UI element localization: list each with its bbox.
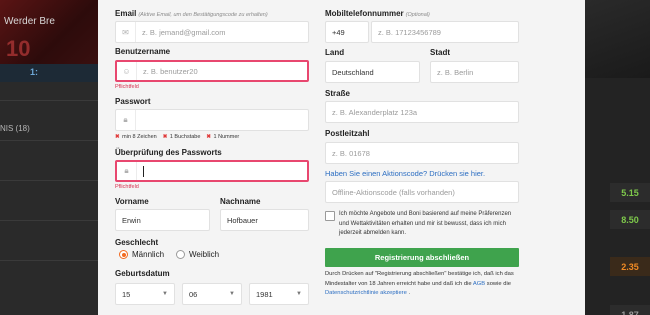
username-label: Benutzername	[115, 47, 171, 56]
street-placeholder: z. B. Alexanderplatz 123a	[332, 107, 418, 117]
terms-notice: Durch Drücken auf "Registrierung abschli…	[325, 271, 514, 296]
birth-day-select[interactable]: 15 ▼	[115, 283, 175, 305]
email-label: Email (Aktive Email, um den Bestätigungsc…	[115, 9, 268, 18]
rule-x-icon: ✖	[115, 134, 120, 140]
chevron-down-icon: ▼	[162, 291, 168, 297]
background-row-divider	[0, 180, 98, 181]
background-list-label: NIS (18)	[0, 124, 30, 133]
username-field[interactable]: ☺ z. B. benutzer20	[115, 60, 309, 82]
gender-radio-male[interactable]: Männlich	[119, 250, 164, 259]
background-row-divider	[0, 260, 98, 261]
city-field[interactable]: z. B. Berlin	[430, 61, 519, 83]
postcode-label: Postleitzahl	[325, 129, 370, 138]
password-rule: ✖ 1 Nummer	[206, 134, 240, 140]
country-value: Deutschland	[332, 67, 374, 77]
birth-year-select[interactable]: 1981 ▼	[249, 283, 309, 305]
promo-code-field[interactable]: Offline-Aktionscode (falls vorhanden)	[325, 181, 519, 203]
first-name-value: Erwin	[122, 215, 141, 225]
last-name-field[interactable]: Hofbauer	[220, 209, 309, 231]
background-odd: 1.87	[610, 305, 650, 315]
first-name-field[interactable]: Erwin	[115, 209, 210, 231]
chevron-down-icon: ▼	[229, 291, 235, 297]
password-field[interactable]: 🔒︎	[115, 109, 309, 131]
background-odd: 2.35	[610, 257, 650, 276]
radio-empty-icon	[176, 250, 186, 259]
password-rules: ✖ min 8 Zeichen ✖ 1 Buchstabe ✖ 1 Nummer	[115, 134, 239, 140]
lock-icon: 🔒︎	[117, 162, 137, 180]
password-confirm-field[interactable]: 🔒︎	[115, 160, 309, 182]
last-name-label: Nachname	[220, 197, 261, 206]
background-promo-text: Werder Bre	[4, 16, 55, 27]
password-label: Passwort	[115, 97, 151, 106]
mobile-label: Mobiltelefonnummer (Optional)	[325, 9, 430, 18]
radio-selected-icon	[119, 250, 128, 259]
agb-link[interactable]: AGB	[473, 281, 485, 287]
text-caret	[143, 165, 144, 177]
password-confirm-label: Überprüfung des Passworts	[115, 148, 222, 157]
first-name-label: Vorname	[115, 197, 149, 206]
background-promo-number: 10	[6, 36, 31, 61]
rule-x-icon: ✖	[206, 134, 212, 140]
gender-label: Geschlecht	[115, 238, 159, 247]
consent-text: Ich möchte Angebote und Boni basierend a…	[339, 211, 512, 236]
background-row-divider	[0, 100, 98, 101]
mobile-placeholder: z. B. 17123456789	[378, 27, 441, 37]
birthdate-label: Geburtsdatum	[115, 269, 170, 278]
last-name-value: Hofbauer	[227, 215, 258, 225]
background-tab: 1:	[0, 64, 98, 82]
gender-radio-group: Männlich Weiblich	[119, 250, 219, 259]
background-odd: 8.50	[610, 210, 650, 229]
background-left-panel: Werder Bre 10 1: NIS (18)	[0, 0, 98, 315]
country-label: Land	[325, 48, 345, 57]
email-hint: (Aktive Email, um den Bestätigungscode z…	[138, 12, 268, 18]
rule-x-icon: ✖	[162, 134, 168, 140]
password-confirm-error: Pflichtfeld	[115, 184, 139, 190]
background-odd: 5.15	[610, 183, 650, 202]
envelope-icon: ✉	[116, 22, 136, 42]
username-error: Pflichtfeld	[115, 84, 139, 90]
email-field[interactable]: ✉ z. B. jemand@gmail.com	[115, 21, 309, 43]
country-select[interactable]: Deutschland	[325, 61, 420, 83]
email-placeholder: z. B. jemand@gmail.com	[142, 27, 226, 37]
city-label: Stadt	[430, 48, 450, 57]
street-field[interactable]: z. B. Alexanderplatz 123a	[325, 101, 519, 123]
promo-code-link[interactable]: Haben Sie einen Aktionscode? Drücken sie…	[325, 169, 485, 178]
chevron-down-icon: ▼	[296, 291, 302, 297]
submit-registration-button[interactable]: Registrierung abschließen	[325, 248, 519, 267]
mobile-hint: (Optional)	[405, 12, 430, 18]
postcode-placeholder: z. B. 01678	[332, 148, 370, 158]
gender-radio-female[interactable]: Weiblich	[176, 250, 219, 259]
birth-month-select[interactable]: 06 ▼	[182, 283, 242, 305]
postcode-field[interactable]: z. B. 01678	[325, 142, 519, 164]
privacy-policy-link[interactable]: Datenschutzrichtlinie akzeptiere	[325, 290, 407, 296]
city-placeholder: z. B. Berlin	[437, 67, 474, 77]
phone-prefix-select[interactable]: +49	[325, 21, 369, 43]
registration-form: Email (Aktive Email, um den Bestätigungsc…	[98, 0, 585, 315]
consent-checkbox[interactable]	[325, 211, 335, 221]
background-row-divider	[0, 220, 98, 221]
password-rule: ✖ min 8 Zeichen	[115, 134, 157, 140]
background-right-panel: 5.15 8.50 2.35 1.87	[585, 0, 650, 315]
street-label: Straße	[325, 89, 350, 98]
username-placeholder: z. B. benutzer20	[143, 66, 198, 76]
background-row-divider	[0, 140, 98, 141]
user-icon: ☺	[117, 62, 137, 80]
mobile-field[interactable]: z. B. 17123456789	[371, 21, 519, 43]
lock-icon: 🔒︎	[116, 110, 136, 130]
promo-code-placeholder: Offline-Aktionscode (falls vorhanden)	[332, 187, 455, 197]
background-right-banner	[585, 0, 650, 78]
password-rule: ✖ 1 Buchstabe	[162, 134, 201, 140]
